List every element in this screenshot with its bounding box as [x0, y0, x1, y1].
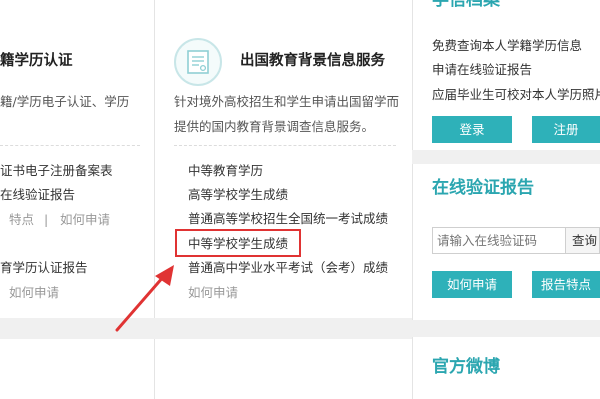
right-section-separator — [412, 320, 600, 337]
right-section-separator-2 — [412, 150, 600, 164]
right-item-check-photo[interactable]: 应届毕业生可校对本人学历照片 — [432, 87, 600, 103]
right-item-query-info[interactable]: 免费查询本人学籍学历信息 — [432, 38, 582, 54]
left-link-howto[interactable]: 如何申请 — [60, 212, 110, 228]
middle-dashed-divider — [174, 145, 396, 146]
howto-apply-button[interactable]: 如何申请 — [432, 271, 512, 298]
middle-howto-link[interactable]: 如何申请 — [188, 285, 238, 301]
right-item-apply-report[interactable]: 申请在线验证报告 — [432, 62, 532, 78]
left-section-title: 籍学历认证 — [0, 53, 73, 69]
left-item-3-howto-link[interactable]: 如何申请 — [9, 285, 59, 301]
left-item-online-report[interactable]: 在线验证报告 — [0, 187, 75, 203]
middle-item-higher-grades[interactable]: 高等学校学生成绩 — [188, 187, 288, 203]
left-item-education-report[interactable]: 育学历认证报告 — [0, 260, 88, 276]
middle-item-academic-test[interactable]: 普通高中学业水平考试（会考）成绩 — [188, 260, 388, 276]
middle-item-secondary-education[interactable]: 中等教育学历 — [188, 163, 263, 179]
report-features-button[interactable]: 报告特点 — [532, 271, 600, 298]
highlight-box — [175, 229, 301, 257]
annotation-arrow-icon — [112, 262, 182, 334]
left-link-separator: | — [44, 212, 48, 228]
query-button[interactable]: 查询 — [566, 227, 600, 254]
xuexin-archive-title: 学信档案 — [432, 0, 500, 10]
left-section-desc: 籍/学历电子认证、学历 — [0, 94, 129, 110]
middle-item-gaokao-scores[interactable]: 普通高等学校招生全国统一考试成绩 — [188, 211, 388, 227]
register-button[interactable]: 注册 — [532, 116, 600, 143]
certificate-icon — [174, 38, 222, 86]
middle-section-desc-line1: 针对境外高校招生和学生申请出国留学而 — [174, 94, 399, 110]
left-dashed-divider — [0, 145, 140, 146]
middle-section-desc-line2: 提供的国内教育背景调查信息服务。 — [174, 119, 374, 135]
section-separator — [0, 318, 412, 339]
certificate-icon-graphic — [185, 49, 211, 75]
left-item-certificate[interactable]: 证书电子注册备案表 — [0, 163, 113, 179]
middle-section-title[interactable]: 出国教育背景信息服务 — [240, 53, 385, 69]
login-button[interactable]: 登录 — [432, 116, 512, 143]
column-divider-right — [412, 0, 413, 399]
column-divider-left-bottom — [154, 339, 155, 399]
left-link-features[interactable]: 特点 — [9, 212, 34, 228]
verify-code-input[interactable] — [432, 227, 566, 254]
official-weibo-title: 官方微博 — [432, 357, 500, 377]
online-verify-title: 在线验证报告 — [432, 178, 534, 198]
